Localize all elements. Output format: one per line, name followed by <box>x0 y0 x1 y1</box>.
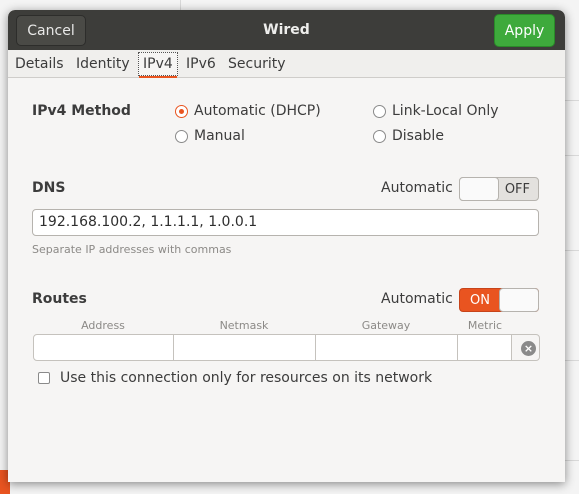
checkbox-label: Use this connection only for resources o… <box>60 370 433 386</box>
checkbox-unchecked-icon <box>38 372 50 384</box>
route-column-netmask: Netmask <box>219 319 269 332</box>
switch-knob <box>499 288 539 312</box>
background-divider <box>565 360 579 361</box>
tab-ipv6[interactable]: IPv6 <box>182 54 220 76</box>
background-divider <box>565 155 579 156</box>
switch-knob <box>459 177 499 201</box>
routes-label: Routes <box>32 291 87 307</box>
tab-ipv4[interactable]: IPv4 <box>138 52 178 76</box>
routes-automatic-label: Automatic <box>381 291 453 307</box>
dns-automatic-switch[interactable]: OFF <box>459 177 539 201</box>
radio-unselected-icon <box>373 129 386 143</box>
route-column-metric: Metric <box>467 319 503 332</box>
tab-bar: Details Identity IPv4 IPv6 Security <box>8 50 565 78</box>
dns-automatic-label: Automatic <box>381 180 453 196</box>
dns-servers-input[interactable]: 192.168.100.2, 1.1.1.1, 1.0.0.1 <box>32 209 539 236</box>
route-column-address: Address <box>81 319 125 332</box>
dns-label: DNS <box>32 180 66 196</box>
radio-disable[interactable]: Disable <box>373 128 444 144</box>
clear-icon[interactable]: × <box>521 341 536 356</box>
wired-settings-dialog: Cancel Wired Apply Details Identity IPv4… <box>8 10 565 482</box>
route-column-gateway: Gateway <box>361 319 411 332</box>
radio-label: Automatic (DHCP) <box>194 103 321 119</box>
radio-label: Disable <box>392 128 444 144</box>
dialog-title: Wired <box>263 22 310 38</box>
ipv4-method-label: IPv4 Method <box>32 103 131 119</box>
resource-only-checkbox[interactable]: Use this connection only for resources o… <box>38 370 432 386</box>
radio-label: Manual <box>194 128 245 144</box>
radio-unselected-icon <box>373 104 386 118</box>
radio-selected-icon <box>175 104 188 118</box>
switch-state-text: OFF <box>504 182 530 197</box>
background-divider <box>180 0 181 10</box>
route-metric-input[interactable] <box>457 334 512 361</box>
radio-label: Link-Local Only <box>392 103 499 119</box>
apply-button[interactable]: Apply <box>494 14 555 47</box>
tab-security[interactable]: Security <box>224 54 290 76</box>
radio-manual[interactable]: Manual <box>175 128 245 144</box>
dialog-header: Cancel Wired Apply <box>8 10 565 50</box>
radio-link-local-only[interactable]: Link-Local Only <box>373 103 499 119</box>
background-divider <box>565 250 579 251</box>
route-netmask-input[interactable] <box>173 334 316 361</box>
switch-state-text: ON <box>470 293 490 308</box>
route-gateway-input[interactable] <box>315 334 458 361</box>
radio-automatic-dhcp[interactable]: Automatic (DHCP) <box>175 103 321 119</box>
background-divider <box>565 460 579 461</box>
routes-automatic-switch[interactable]: ON <box>459 288 539 312</box>
background-divider <box>565 100 579 101</box>
route-address-input[interactable] <box>33 334 174 361</box>
dns-hint: Separate IP addresses with commas <box>32 243 232 256</box>
active-tab-indicator <box>139 76 177 78</box>
tab-details[interactable]: Details <box>11 54 68 76</box>
radio-unselected-icon <box>175 129 188 143</box>
tab-identity[interactable]: Identity <box>72 54 134 76</box>
